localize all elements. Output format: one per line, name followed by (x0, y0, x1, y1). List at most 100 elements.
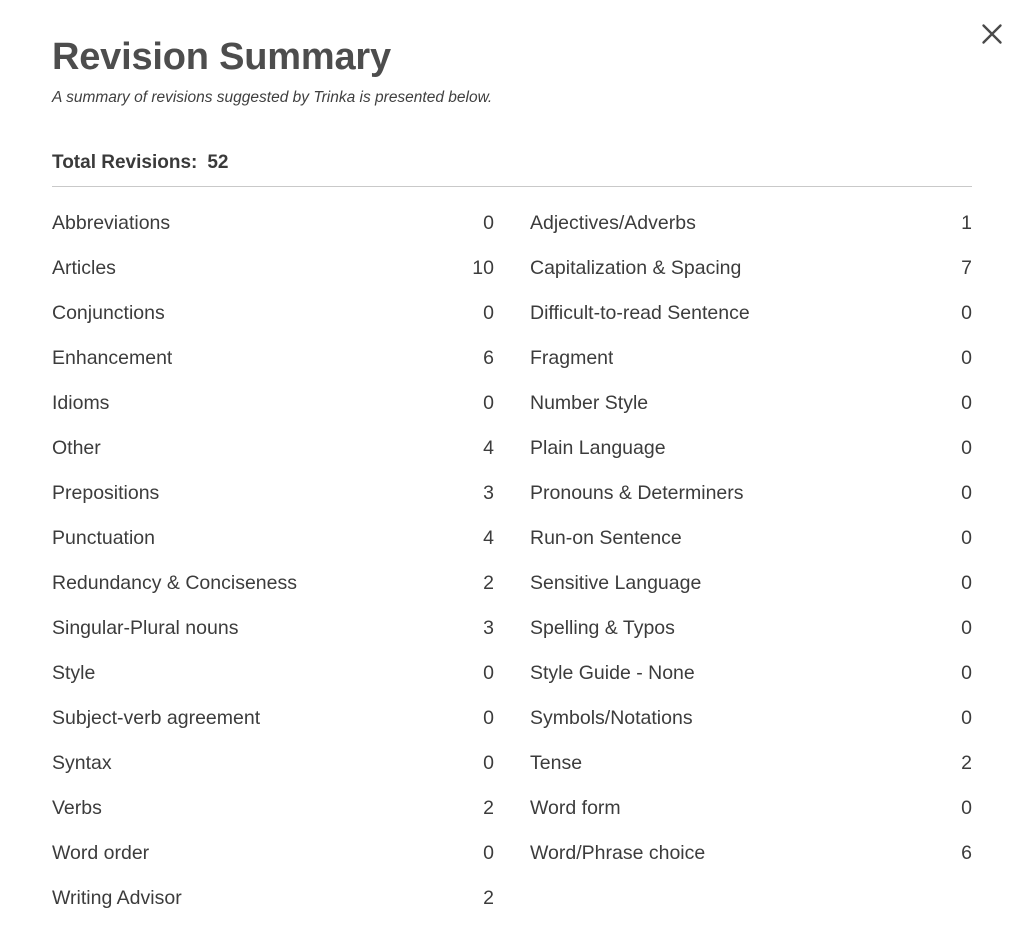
revision-category-row: Style 0 (52, 651, 494, 696)
revision-category-count: 0 (483, 706, 494, 729)
revision-category-label: Word form (530, 796, 621, 819)
close-x-glyph (982, 24, 1002, 44)
revision-category-count: 0 (961, 436, 972, 459)
revision-category-label: Style Guide - None (530, 661, 695, 684)
header-divider (52, 185, 972, 187)
revision-category-count: 0 (483, 841, 494, 864)
revision-category-label: Idioms (52, 391, 110, 414)
revision-category-count: 10 (472, 256, 494, 279)
revision-category-count: 0 (961, 571, 972, 594)
revision-category-label: Conjunctions (52, 301, 165, 324)
revision-category-row: Sensitive Language 0 (530, 561, 972, 606)
revision-category-count: 6 (483, 346, 494, 369)
revision-category-row: Word/Phrase choice 6 (530, 831, 972, 876)
revision-category-label: Adjectives/Adverbs (530, 211, 696, 234)
revision-category-count: 2 (961, 751, 972, 774)
revision-category-label: Subject-verb agreement (52, 706, 261, 729)
revision-category-count: 0 (961, 796, 972, 819)
revision-category-label: Word/Phrase choice (530, 841, 706, 864)
revision-category-count: 4 (483, 526, 494, 549)
revision-category-row: Symbols/Notations 0 (530, 696, 972, 741)
revision-category-label: Plain Language (530, 436, 666, 459)
revision-categories: Abbreviations 0 Articles 10 Conjunctions 0 Enh… (0, 201, 1024, 921)
revision-category-count: 3 (483, 616, 494, 639)
revision-category-count: 1 (961, 211, 972, 234)
revision-category-count: 0 (961, 301, 972, 324)
revision-category-count: 0 (961, 346, 972, 369)
revision-category-label: Word order (52, 841, 150, 864)
revision-category-label: Tense (530, 751, 583, 774)
revision-category-label: Syntax (52, 751, 112, 774)
revision-category-label: Redundancy & Conciseness (52, 571, 297, 594)
revision-category-label: Difficult-to-read Sentence (530, 301, 750, 324)
revision-category-row: Capitalization & Spacing 7 (530, 246, 972, 291)
revision-category-label: Verbs (52, 796, 102, 819)
revision-category-row: Fragment 0 (530, 336, 972, 381)
revision-category-label: Pronouns & Determiners (530, 481, 744, 504)
revision-category-label: Enhancement (52, 346, 173, 369)
revision-category-count: 2 (483, 796, 494, 819)
page-subtitle: A summary of revisions suggested by Trin… (52, 88, 493, 106)
revision-category-label: Articles (52, 256, 116, 279)
revision-category-count: 6 (961, 841, 972, 864)
revision-category-count: 2 (483, 571, 494, 594)
revision-category-label: Singular-Plural nouns (52, 616, 239, 639)
dialog-header: Revision Summary A summary of revisions … (0, 0, 1024, 108)
revision-category-row: Punctuation 4 (52, 516, 494, 561)
revision-category-label: Fragment (530, 346, 614, 369)
revision-category-row: Pronouns & Determiners 0 (530, 471, 972, 516)
revision-category-row: Subject-verb agreement 0 (52, 696, 494, 741)
revision-category-count: 7 (961, 256, 972, 279)
revision-category-count: 0 (961, 526, 972, 549)
revision-category-count: 0 (483, 301, 494, 324)
revision-column-left: Abbreviations 0 Articles 10 Conjunctions 0 Enh… (52, 201, 494, 921)
revision-category-count: 0 (961, 616, 972, 639)
total-revisions-label: Total Revisions: (52, 151, 198, 173)
revision-category-label: Prepositions (52, 481, 160, 504)
revision-category-count: 0 (483, 211, 494, 234)
revision-summary-dialog: Revision Summary A summary of revisions … (0, 0, 1024, 945)
revision-category-row: Number Style 0 (530, 381, 972, 426)
revision-category-count: 3 (483, 481, 494, 504)
revision-category-row: Abbreviations 0 (52, 201, 494, 246)
revision-category-label: Run-on Sentence (530, 526, 682, 549)
revision-category-row: Tense 2 (530, 741, 972, 786)
revision-category-count: 0 (961, 706, 972, 729)
revision-category-label: Spelling & Typos (530, 616, 675, 639)
revision-category-label: Capitalization & Spacing (530, 256, 742, 279)
revision-category-row: Adjectives/Adverbs 1 (530, 201, 972, 246)
revision-category-label: Style (52, 661, 96, 684)
revision-column-right: Adjectives/Adverbs 1 Capitalization & Spac… (530, 201, 972, 921)
revision-category-row: Articles 10 (52, 246, 494, 291)
revision-category-row: Conjunctions 0 (52, 291, 494, 336)
revision-category-label: Abbreviations (52, 211, 171, 234)
revision-category-row: Other 4 (52, 426, 494, 471)
revision-category-count: 0 (961, 481, 972, 504)
revision-category-row: Verbs 2 (52, 786, 494, 831)
revision-category-row: Spelling & Typos 0 (530, 606, 972, 651)
revision-category-label: Sensitive Language (530, 571, 702, 594)
revision-category-row: Style Guide - None 0 (530, 651, 972, 696)
revision-category-row: Idioms 0 (52, 381, 494, 426)
revision-category-count: 2 (483, 886, 494, 909)
revision-category-row: Plain Language 0 (530, 426, 972, 471)
revision-category-label: Symbols/Notations (530, 706, 693, 729)
revision-category-row: Run-on Sentence 0 (530, 516, 972, 561)
revision-category-row: Redundancy & Conciseness 2 (52, 561, 494, 606)
revision-category-row: Writing Advisor 2 (52, 876, 494, 921)
revision-category-row: Singular-Plural nouns 3 (52, 606, 494, 651)
total-revisions-value: 52 (207, 151, 229, 173)
revision-category-label: Punctuation (52, 526, 155, 549)
revision-category-count: 0 (961, 661, 972, 684)
total-revisions-row: Total Revisions: 52 (0, 152, 1024, 174)
revision-category-count: 0 (483, 751, 494, 774)
revision-category-count: 0 (961, 391, 972, 414)
revision-category-row: Word order 0 (52, 831, 494, 876)
close-icon[interactable] (972, 14, 1012, 54)
revision-category-label: Other (52, 436, 101, 459)
revision-category-count: 4 (483, 436, 494, 459)
revision-category-label: Number Style (530, 391, 649, 414)
revision-category-count: 0 (483, 391, 494, 414)
revision-category-row: Enhancement 6 (52, 336, 494, 381)
revision-category-count: 0 (483, 661, 494, 684)
